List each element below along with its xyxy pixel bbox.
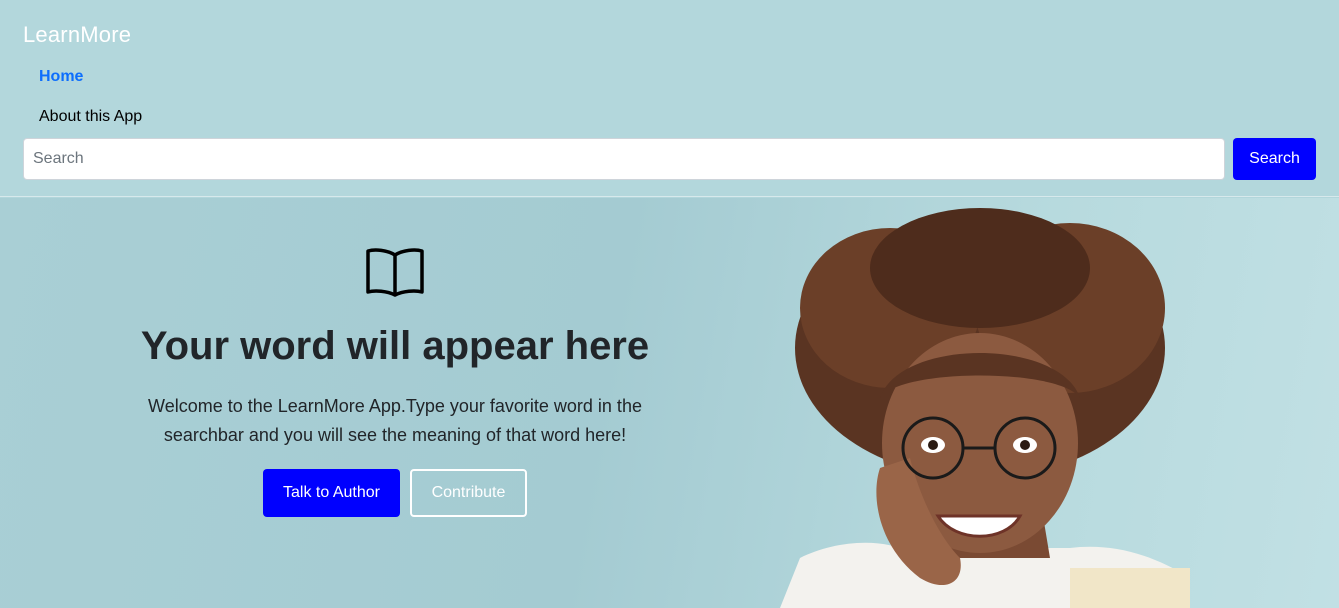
talk-to-author-button[interactable]: Talk to Author	[263, 469, 400, 517]
nav-link-home[interactable]: Home	[39, 68, 83, 86]
hero-portrait-image	[780, 208, 1190, 608]
nav-link-about[interactable]: About this App	[39, 108, 142, 126]
hero-section: Your word will appear here Welcome to th…	[0, 198, 1339, 608]
contribute-button[interactable]: Contribute	[410, 469, 527, 517]
search-input[interactable]	[23, 138, 1225, 180]
navbar: LearnMore Home About this App Search	[0, 0, 1339, 197]
brand-logo[interactable]: LearnMore	[23, 22, 131, 48]
hero-description: Welcome to the LearnMore App.Type your f…	[148, 396, 642, 445]
search-button[interactable]: Search	[1233, 138, 1316, 180]
book-icon	[366, 248, 424, 297]
hero-title: Your word will appear here	[140, 324, 650, 368]
